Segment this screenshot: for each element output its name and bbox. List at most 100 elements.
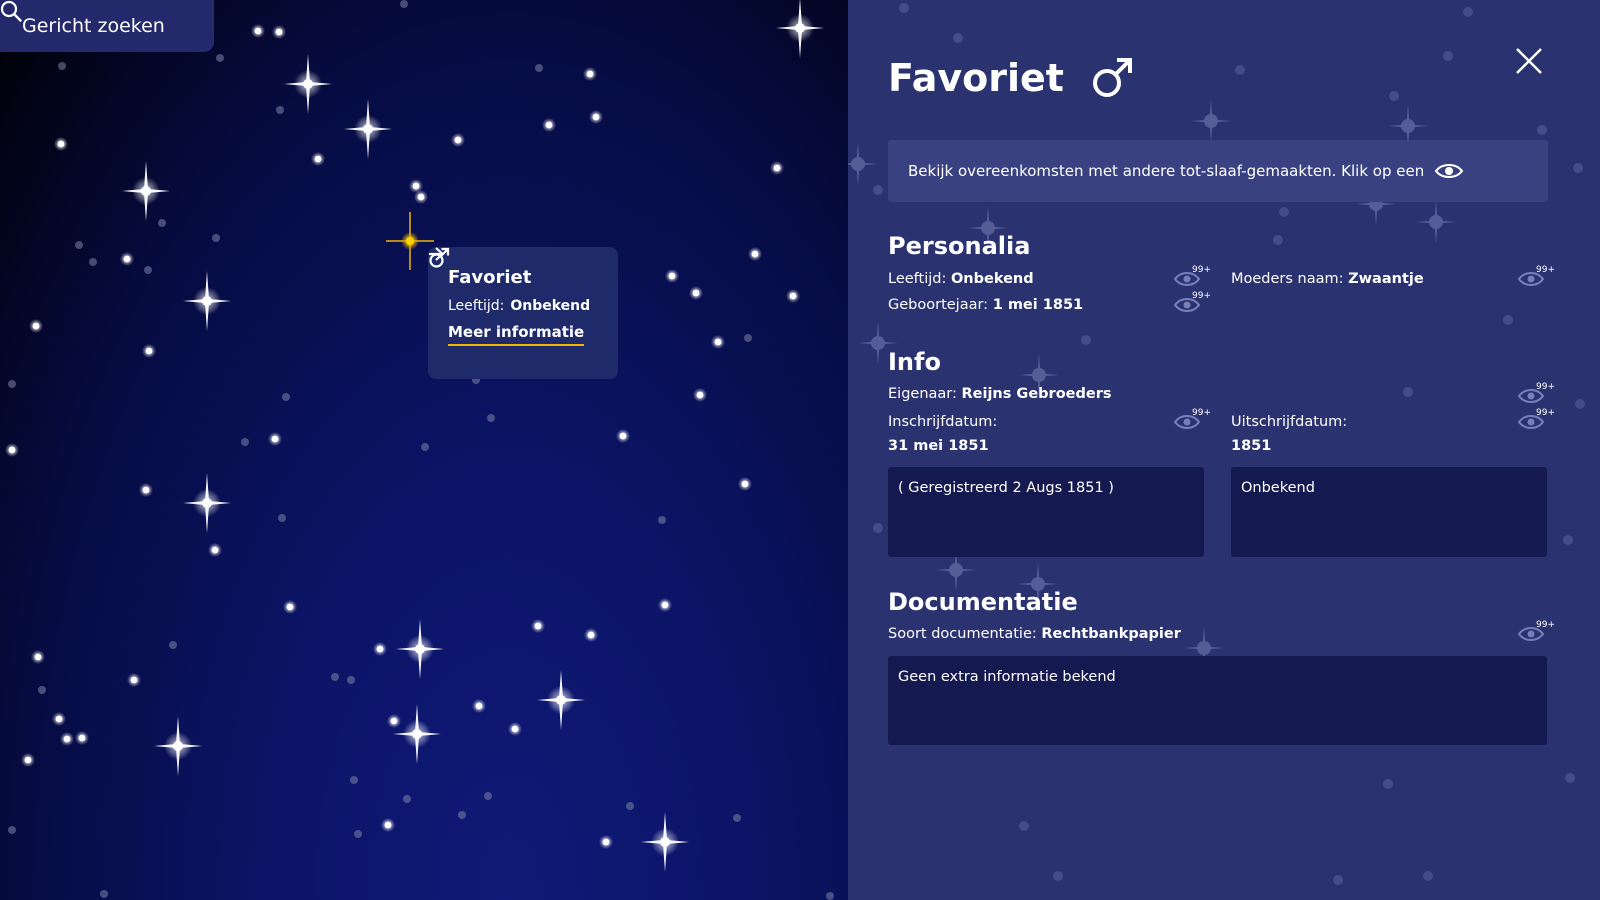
faint-star [89,258,97,266]
star-core [592,113,600,121]
close-icon[interactable] [1514,46,1544,76]
star-core [789,292,797,300]
faint-star [8,380,16,388]
star-core [741,480,749,488]
age-value: Onbekend [950,271,1034,287]
panel-faint-star [1333,875,1343,885]
bright-star[interactable] [344,99,392,159]
faint-star [733,814,741,822]
match-eye-button[interactable]: 99+ [1517,620,1555,648]
star-core [130,676,138,684]
match-count: 99+ [1536,265,1555,275]
panel-faint-star [1081,335,1091,345]
match-eye-button[interactable]: 99+ [1173,265,1211,293]
bright-star[interactable] [641,812,689,872]
bright-star[interactable] [776,0,824,58]
faint-star [626,802,634,810]
star-core [63,735,71,743]
star-core [511,725,519,733]
eye-icon [1434,164,1464,178]
match-count: 99+ [1192,265,1211,275]
star-core [254,27,262,35]
search-button[interactable]: Gericht zoeken [0,0,214,52]
faint-star [458,811,466,819]
info-heading: Info [888,348,941,376]
inschrijf-note: ( Geregistreerd 2 Augs 1851 ) [888,467,1204,557]
search-label: Gericht zoeken [22,15,165,37]
faint-star [216,54,224,62]
panel-faint-star [953,33,963,43]
faint-star [38,686,46,694]
faint-star [535,64,543,72]
star-core [692,289,700,297]
star-core [586,70,594,78]
personalia-heading: Personalia [888,232,1031,260]
panel-title: Favoriet [888,56,1134,100]
match-eye-button[interactable]: 99+ [1517,265,1555,293]
uitschrijf-note: Onbekend [1231,467,1547,557]
faint-star [276,106,284,114]
tooltip-age-label: Leeftijd: [448,298,505,314]
star-core [773,164,781,172]
panel-faint-star [1573,163,1583,173]
more-info-link[interactable]: Meer informatie [429,247,585,346]
bright-star[interactable] [284,54,332,114]
bright-star[interactable] [183,271,231,331]
birth-value: 1 mei 1851 [992,297,1084,313]
star-core [384,821,392,829]
star-core [32,322,40,330]
faint-star [100,890,108,898]
faint-star [658,516,666,524]
panel-faint-star [1443,51,1453,61]
match-eye-button[interactable]: 99+ [1173,291,1211,319]
matches-banner: Bekijk overeenkomsten met andere tot-sla… [888,140,1548,202]
panel-faint-star [1563,535,1573,545]
match-eye-button[interactable]: 99+ [1173,408,1211,436]
star-core [314,155,322,163]
arrow-right-icon [429,247,444,261]
star-map[interactable]: Gericht zoeken Favoriet Leeftijd: Onbeken… [0,0,848,900]
star-core [24,756,32,764]
banner-text: Bekijk overeenkomsten met andere tot-sla… [908,162,1425,180]
faint-star [347,676,355,684]
bright-star[interactable] [396,619,444,679]
faint-star [421,443,429,451]
uitschrijf-label: Uitschrijfdatum: [1231,414,1348,430]
match-count: 99+ [1536,620,1555,630]
star-core [78,734,86,742]
mother-label: Moeders naam: [1231,271,1344,287]
detail-panel: Favoriet Bekijk overeenkomsten met ander… [848,0,1600,900]
bright-star[interactable] [154,716,202,776]
match-eye-button[interactable]: 99+ [1517,408,1555,436]
star-tooltip: Favoriet Leeftijd: Onbekend Meer informat… [428,247,618,379]
selected-star[interactable] [386,212,434,270]
faint-star [400,0,408,8]
panel-faint-star [873,523,883,533]
star-core [34,653,42,661]
star-core [123,255,131,263]
panel-faint-star [1537,125,1547,135]
bright-star[interactable] [122,161,170,221]
search-icon [0,0,22,22]
uitschrijf-value: 1851 [1231,438,1272,454]
more-info-label: Meer informatie [448,323,585,341]
bright-star[interactable] [537,670,585,730]
faint-star [58,62,66,70]
match-eye-button[interactable]: 99+ [1517,382,1555,410]
panel-faint-star [1463,7,1473,17]
bright-star[interactable] [393,704,441,764]
panel-faint-star [1389,91,1399,101]
panel-faint-star [1565,773,1575,783]
panel-faint-star [873,185,883,195]
panel-faint-star [1403,387,1413,397]
tooltip-age: Leeftijd: Onbekend [448,298,598,314]
panel-faint-star [1273,235,1283,245]
star-core [475,702,483,710]
star-core [286,603,294,611]
panel-faint-star [899,3,909,13]
panel-faint-star [1575,399,1585,409]
bright-star[interactable] [183,473,231,533]
panel-title-text: Favoriet [888,56,1064,100]
owner-value: Reijns Gebroeders [961,386,1112,402]
star-core [534,622,542,630]
